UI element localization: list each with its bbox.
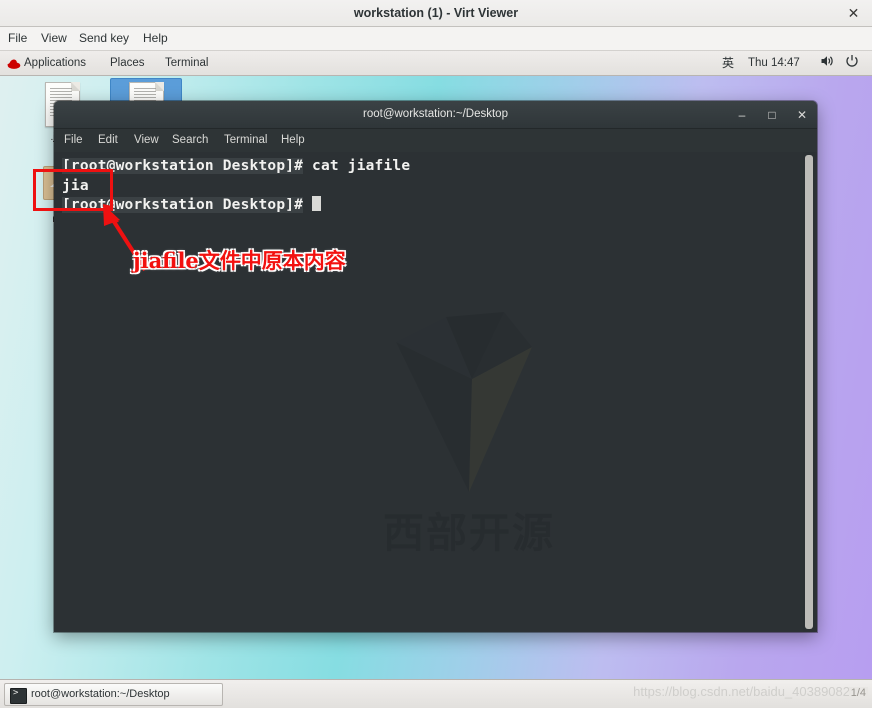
page-number: 1/4 [848, 687, 868, 699]
virt-viewer-menubar: File View Send key Help [0, 27, 872, 51]
redhat-logo-icon[interactable] [7, 57, 21, 69]
terminal-menu-file[interactable]: File [64, 129, 83, 152]
menu-view[interactable]: View [36, 27, 72, 50]
terminal-menu-help[interactable]: Help [281, 129, 305, 152]
terminal-text: [root@workstation Desktop]# cat jiafile … [62, 157, 410, 216]
terminal-scrollbar[interactable] [803, 152, 815, 632]
terminal-prompt: [root@workstation Desktop]# [62, 158, 304, 174]
menu-help[interactable]: Help [138, 27, 173, 50]
taskbar-window-button[interactable]: root@workstation:~/Desktop [4, 683, 223, 706]
close-icon[interactable]: ✕ [794, 107, 810, 123]
gnome-top-panel: Applications Places Terminal 英 Thu 14:47 [0, 51, 872, 76]
terminal-command: cat jiafile [303, 158, 411, 174]
virt-viewer-title: workstation (1) - Virt Viewer [353, 6, 519, 20]
terminal-menu-terminal[interactable]: Terminal [224, 129, 267, 152]
terminal-output-area[interactable]: 西部开源 [root@workstation Desktop]# cat jia… [54, 152, 817, 632]
menu-file[interactable]: File [3, 27, 32, 50]
clock[interactable]: Thu 14:47 [748, 51, 800, 75]
terminal-command [303, 197, 312, 213]
page-watermark: https://blog.csdn.net/baidu_40389082 [633, 684, 850, 699]
scrollbar-thumb[interactable] [805, 155, 813, 629]
close-icon[interactable]: ✕ [845, 5, 862, 22]
panel-terminal[interactable]: Terminal [165, 51, 208, 75]
terminal-window[interactable]: root@workstation:~/Desktop – □ ✕ File Ed… [54, 101, 817, 632]
watermark-text: 西部开源 [383, 509, 555, 557]
minimize-icon[interactable]: – [734, 107, 750, 123]
terminal-icon [10, 688, 27, 704]
terminal-menubar: File Edit View Search Terminal Help [54, 129, 817, 152]
terminal-cursor [312, 196, 322, 211]
maximize-icon[interactable]: □ [764, 107, 780, 123]
menu-send-key[interactable]: Send key [74, 27, 134, 50]
terminal-titlebar[interactable]: root@workstation:~/Desktop – □ ✕ [54, 101, 817, 129]
taskbar-window-label: root@workstation:~/Desktop [31, 688, 170, 700]
taskbar: root@workstation:~/Desktop https://blog.… [0, 679, 872, 708]
panel-places[interactable]: Places [110, 51, 145, 75]
power-icon[interactable] [845, 51, 859, 75]
terminal-menu-search[interactable]: Search [172, 129, 208, 152]
terminal-menu-edit[interactable]: Edit [98, 129, 118, 152]
terminal-title: root@workstation:~/Desktop [363, 108, 508, 120]
terminal-prompt: [root@workstation Desktop]# [62, 197, 304, 213]
xibu-kaiyuan-watermark: 西部开源 [354, 287, 584, 557]
screen: workstation (1) - Virt Viewer ✕ File Vie… [0, 0, 872, 708]
panel-applications[interactable]: Applications [24, 51, 86, 75]
virt-viewer-titlebar: workstation (1) - Virt Viewer ✕ [0, 0, 872, 27]
terminal-menu-view[interactable]: View [134, 129, 159, 152]
volume-icon[interactable] [820, 51, 834, 75]
input-method-indicator[interactable]: 英 [722, 51, 734, 75]
terminal-output-line: jia [62, 177, 89, 194]
